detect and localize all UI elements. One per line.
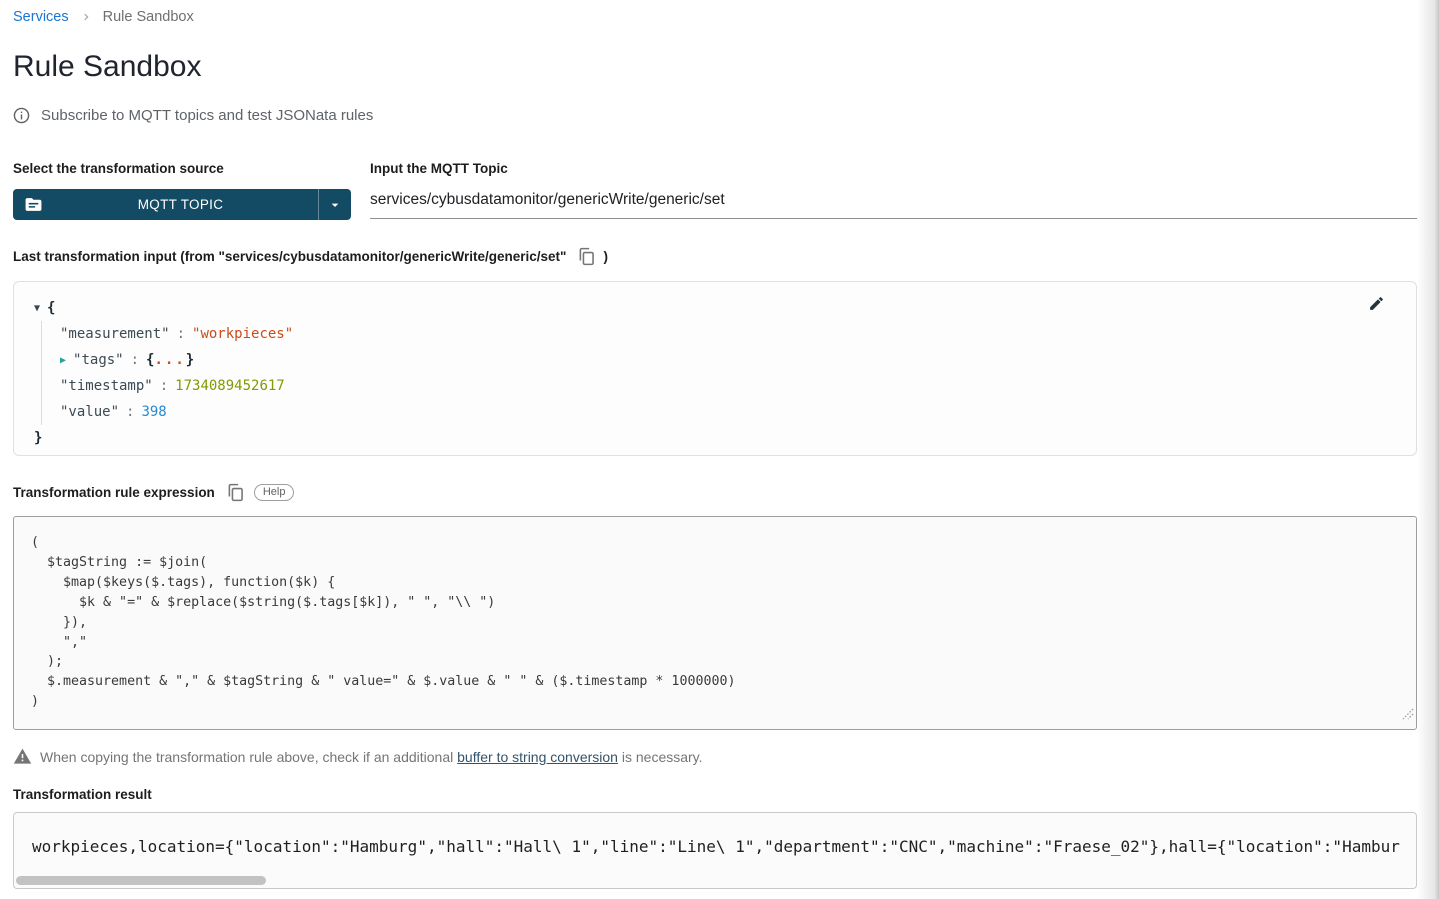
json-open-brace: { [47, 300, 55, 316]
code-line: ); [31, 652, 1416, 672]
code-line: ) [31, 692, 1416, 712]
buffer-warning-row: When copying the transformation rule abo… [13, 747, 1417, 766]
mqtt-topic-input[interactable] [370, 187, 1417, 219]
json-colon: : [131, 352, 139, 368]
json-close-brace: } [34, 430, 42, 446]
topic-folder-icon [13, 189, 43, 220]
code-line: "," [31, 633, 1416, 653]
rule-sandbox-page: Services Rule Sandbox Rule Sandbox Subsc… [0, 0, 1417, 889]
edit-input-button[interactable] [1368, 295, 1385, 315]
last-input-json-viewer: ▼ { "measurement" : "workpieces" ▶ "tags… [13, 281, 1417, 456]
page-right-edge [1417, 0, 1439, 899]
code-line: $tagString := $join( [31, 553, 1416, 573]
collapse-arrow-icon[interactable]: ▼ [34, 303, 40, 314]
last-input-label: Last transformation input (from "service… [13, 249, 566, 264]
result-text: workpieces,location={"location":"Hamburg… [14, 813, 1416, 856]
chevron-down-icon [318, 189, 351, 220]
json-number-value: 398 [141, 404, 166, 420]
copy-topic-button[interactable] [576, 246, 597, 267]
json-key: "timestamp" [60, 378, 153, 394]
page-subtitle-row: Subscribe to MQTT topics and test JSONat… [13, 107, 1417, 124]
json-root-row: ▼ { [34, 295, 1416, 321]
transformation-result-box: workpieces,location={"location":"Hamburg… [13, 812, 1417, 889]
breadcrumb-link-services[interactable]: Services [13, 9, 69, 25]
json-key: "tags" [73, 352, 124, 368]
breadcrumb: Services Rule Sandbox [13, 9, 1417, 25]
topic-input-label: Input the MQTT Topic [370, 161, 1417, 176]
last-input-label-close: ) [603, 249, 608, 264]
json-colon: : [126, 404, 134, 420]
warning-text-after: is necessary. [618, 749, 703, 765]
json-collapsed-dots[interactable]: ... [154, 352, 185, 368]
code-line: ( [31, 533, 1416, 553]
page-subtitle: Subscribe to MQTT topics and test JSONat… [41, 107, 373, 124]
controls-row: Select the transformation source MQTT TO… [13, 161, 1417, 220]
expression-label-row: Transformation rule expression Help [13, 482, 1417, 503]
json-key: "value" [60, 404, 119, 420]
info-icon [13, 107, 30, 124]
code-line: $.measurement & "," & $tagString & " val… [31, 672, 1416, 692]
resize-grip-icon[interactable] [1402, 707, 1414, 727]
breadcrumb-current: Rule Sandbox [103, 9, 194, 25]
json-row-value: "value" : 398 [60, 399, 1416, 425]
page-title: Rule Sandbox [13, 49, 1417, 85]
json-row-measurement: "measurement" : "workpieces" [60, 321, 1416, 347]
json-row-tags: ▶ "tags" : { ... } [60, 347, 1416, 373]
warning-text: When copying the transformation rule abo… [40, 749, 703, 765]
help-button[interactable]: Help [254, 484, 295, 501]
horizontal-scrollbar-thumb[interactable] [16, 876, 266, 885]
horizontal-scrollbar [15, 876, 1415, 885]
json-row-timestamp: "timestamp" : 1734089452617 [60, 373, 1416, 399]
code-line: $map($keys($.tags), function($k) { [31, 573, 1416, 593]
json-tree-body: "measurement" : "workpieces" ▶ "tags" : … [41, 321, 1416, 425]
rule-expression-editor[interactable]: ( $tagString := $join( $map($keys($.tags… [13, 516, 1417, 730]
json-string-value: "workpieces" [192, 326, 293, 342]
json-colon: : [160, 378, 168, 394]
copy-expression-button[interactable] [225, 482, 246, 503]
buffer-conversion-link[interactable]: buffer to string conversion [457, 749, 618, 765]
json-colon: : [177, 326, 185, 342]
result-label: Transformation result [13, 787, 1417, 802]
chevron-right-icon [81, 12, 91, 22]
last-input-label-row: Last transformation input (from "service… [13, 246, 1417, 267]
warning-text-before: When copying the transformation rule abo… [40, 749, 457, 765]
json-key: "measurement" [60, 326, 170, 342]
code-line: }), [31, 613, 1416, 633]
json-number-value: 1734089452617 [175, 378, 285, 394]
source-select-label: Select the transformation source [13, 161, 351, 176]
json-close-row: } [34, 425, 1416, 451]
expression-label: Transformation rule expression [13, 485, 215, 500]
expand-arrow-icon[interactable]: ▶ [60, 355, 66, 366]
json-close-brace: } [186, 352, 194, 368]
source-select-value: MQTT TOPIC [43, 189, 318, 220]
source-select-dropdown[interactable]: MQTT TOPIC [13, 189, 351, 220]
code-line: $k & "=" & $replace($string($.tags[$k]),… [31, 593, 1416, 613]
json-open-brace: { [146, 352, 154, 368]
warning-icon [13, 747, 32, 766]
